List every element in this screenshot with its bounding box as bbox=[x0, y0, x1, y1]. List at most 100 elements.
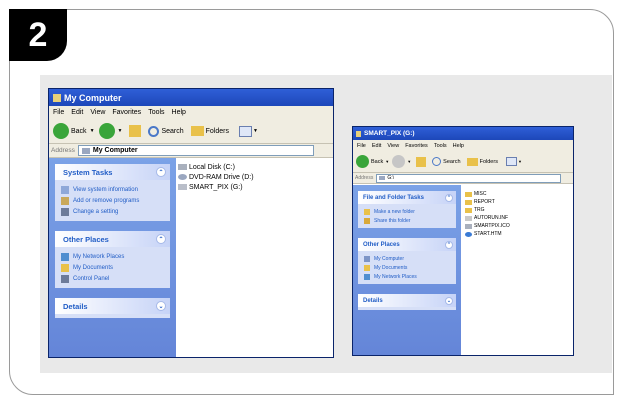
drive-icon bbox=[356, 130, 361, 137]
window-content: System Tasks ⌃ View system information A… bbox=[49, 158, 333, 357]
task-pane: System Tasks ⌃ View system information A… bbox=[49, 158, 176, 357]
dropdown-arrow-icon: ▼ bbox=[385, 159, 390, 164]
views-button[interactable]: ▼ bbox=[505, 157, 522, 166]
address-field[interactable]: My Computer bbox=[77, 145, 314, 156]
group-title: Details bbox=[363, 297, 383, 304]
details-group: Details ⌄ bbox=[358, 294, 456, 310]
system-tasks-group: System Tasks ⌃ View system information A… bbox=[55, 164, 170, 221]
back-arrow-icon bbox=[356, 155, 369, 168]
up-folder-icon[interactable] bbox=[129, 125, 142, 137]
collapse-chevron-icon[interactable]: ⌃ bbox=[156, 234, 166, 244]
collapse-chevron-icon[interactable]: ⌃ bbox=[445, 240, 453, 249]
toolbar: Back ▼ ▼ Search Folders ▼ bbox=[49, 119, 333, 144]
drive-c[interactable]: Local Disk (C:) bbox=[178, 162, 331, 172]
menu-file[interactable]: File bbox=[53, 109, 64, 116]
menu-edit[interactable]: Edit bbox=[372, 143, 381, 149]
add-remove-programs-link[interactable]: Add or remove programs bbox=[55, 195, 170, 206]
details-group: Details ⌄ bbox=[55, 298, 170, 318]
folder-misc[interactable]: MISC bbox=[465, 190, 569, 198]
my-network-places-link[interactable]: My Network Places bbox=[55, 251, 170, 262]
forward-button[interactable]: ▼ bbox=[392, 155, 411, 168]
group-title: Details bbox=[63, 301, 88, 311]
my-documents-link[interactable]: My Documents bbox=[358, 263, 456, 272]
smart-pix-window: SMART_PIX (G:) File Edit View Favorites … bbox=[352, 126, 574, 356]
toolbar: Back ▼ ▼ Search Folders ▼ bbox=[353, 151, 573, 173]
address-label: Address bbox=[355, 175, 374, 181]
share-folder-link[interactable]: Share this folder bbox=[358, 216, 456, 225]
control-panel-link[interactable]: Control Panel bbox=[55, 273, 170, 284]
menu-view[interactable]: View bbox=[90, 109, 105, 116]
forward-arrow-icon bbox=[392, 155, 406, 168]
file-list: MISC REPORT TRG AUTORUN.INF SMARTPIX.ICO… bbox=[461, 185, 573, 355]
control-panel-icon bbox=[61, 207, 69, 216]
change-setting-link[interactable]: Change a setting bbox=[55, 206, 170, 217]
programs-icon bbox=[61, 196, 69, 205]
search-button[interactable]: Search bbox=[432, 157, 461, 166]
drive-d[interactable]: DVD-RAM Drive (D:) bbox=[178, 172, 331, 182]
forward-button[interactable]: ▼ bbox=[98, 123, 122, 139]
group-header[interactable]: System Tasks ⌃ bbox=[55, 164, 170, 180]
folders-icon bbox=[190, 126, 204, 136]
menu-help[interactable]: Help bbox=[453, 143, 464, 149]
menu-tools[interactable]: Tools bbox=[148, 109, 164, 116]
group-header[interactable]: Other Places ⌃ bbox=[358, 238, 456, 251]
file-folder-tasks-group: File and Folder Tasks ⌃ Make a new folde… bbox=[358, 191, 456, 228]
back-arrow-icon bbox=[53, 123, 69, 139]
html-file-icon bbox=[465, 231, 472, 237]
dvd-drive-icon bbox=[178, 174, 187, 180]
group-header[interactable]: Details ⌄ bbox=[55, 298, 170, 314]
up-folder-icon[interactable] bbox=[416, 156, 427, 167]
control-panel-icon bbox=[61, 274, 69, 283]
menu-favorites[interactable]: Favorites bbox=[112, 109, 141, 116]
dropdown-arrow-icon: ▼ bbox=[407, 159, 412, 164]
address-bar: Address My Computer bbox=[49, 144, 333, 158]
drive-g[interactable]: SMART_PIX (G:) bbox=[178, 182, 331, 192]
folders-button[interactable]: Folders bbox=[466, 157, 498, 166]
title-bar[interactable]: SMART_PIX (G:) bbox=[353, 127, 573, 140]
menu-bar: File Edit View Favorites Tools Help bbox=[353, 140, 573, 151]
collapse-chevron-icon[interactable]: ⌃ bbox=[156, 167, 166, 177]
other-places-group: Other Places ⌃ My Computer My Documents … bbox=[358, 238, 456, 284]
drive-icon bbox=[379, 176, 386, 180]
address-value: G:\ bbox=[387, 175, 395, 181]
views-button[interactable]: ▼ bbox=[239, 125, 258, 137]
menu-edit[interactable]: Edit bbox=[71, 109, 83, 116]
ico-file-icon bbox=[465, 223, 472, 229]
expand-chevron-icon[interactable]: ⌄ bbox=[445, 296, 453, 305]
group-title: Other Places bbox=[363, 241, 400, 248]
folders-button[interactable]: Folders bbox=[190, 126, 229, 136]
menu-view[interactable]: View bbox=[387, 143, 399, 149]
folder-trg[interactable]: TRG bbox=[465, 206, 569, 214]
menu-help[interactable]: Help bbox=[172, 109, 186, 116]
file-smartpix-ico[interactable]: SMARTPIX.ICO bbox=[465, 222, 569, 230]
search-button[interactable]: Search bbox=[148, 125, 184, 137]
group-header[interactable]: Other Places ⌃ bbox=[55, 231, 170, 247]
window-title: SMART_PIX (G:) bbox=[364, 130, 415, 137]
group-header[interactable]: File and Folder Tasks ⌃ bbox=[358, 191, 456, 204]
group-title: File and Folder Tasks bbox=[363, 194, 424, 201]
file-start-htm[interactable]: START.HTM bbox=[465, 230, 569, 238]
expand-chevron-icon[interactable]: ⌄ bbox=[156, 301, 166, 311]
other-places-group: Other Places ⌃ My Network Places My Docu… bbox=[55, 231, 170, 288]
collapse-chevron-icon[interactable]: ⌃ bbox=[445, 193, 453, 202]
folders-icon bbox=[466, 157, 478, 166]
menu-bar: File Edit View Favorites Tools Help bbox=[49, 106, 333, 119]
views-icon bbox=[505, 157, 517, 166]
view-system-info-link[interactable]: View system information bbox=[55, 184, 170, 195]
my-computer-link[interactable]: My Computer bbox=[358, 254, 456, 263]
file-list: Local Disk (C:) DVD-RAM Drive (D:) SMART… bbox=[176, 158, 333, 357]
make-new-folder-link[interactable]: Make a new folder bbox=[358, 207, 456, 216]
address-field[interactable]: G:\ bbox=[376, 173, 562, 183]
back-button[interactable]: Back ▼ bbox=[53, 123, 95, 139]
file-autorun[interactable]: AUTORUN.INF bbox=[465, 214, 569, 222]
folder-report[interactable]: REPORT bbox=[465, 198, 569, 206]
my-network-places-link[interactable]: My Network Places bbox=[358, 272, 456, 281]
my-documents-link[interactable]: My Documents bbox=[55, 262, 170, 273]
group-header[interactable]: Details ⌄ bbox=[358, 294, 456, 307]
back-button[interactable]: Back ▼ bbox=[356, 155, 389, 168]
menu-favorites[interactable]: Favorites bbox=[405, 143, 428, 149]
title-bar[interactable]: My Computer bbox=[49, 89, 333, 106]
menu-tools[interactable]: Tools bbox=[434, 143, 447, 149]
menu-file[interactable]: File bbox=[357, 143, 366, 149]
group-title: System Tasks bbox=[63, 167, 113, 177]
